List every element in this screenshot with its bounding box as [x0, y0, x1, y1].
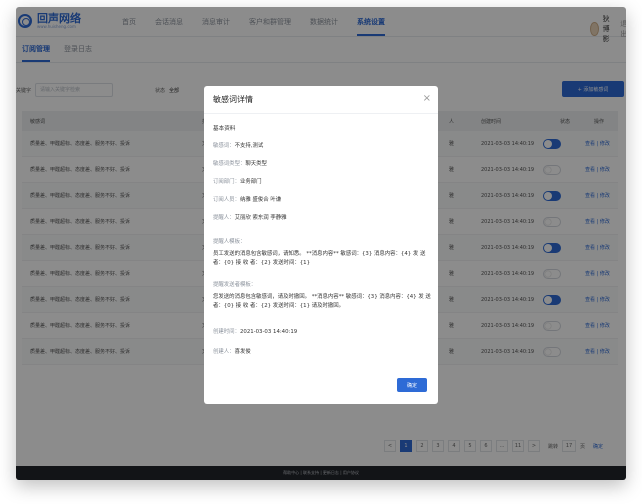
detail-word-key: 敏感词：	[213, 143, 235, 149]
remind-template-text: 员工发送的消息包含敏感词，请知悉。 **消息内容** 敏感词：{3} 消息内容：…	[213, 251, 426, 266]
detail-creator-key: 创建人：	[213, 349, 235, 355]
detail-creator: 创建人：喜发俊	[213, 347, 433, 355]
detail-remind-value: 艾丽欣 索东润 李静雅	[234, 215, 287, 221]
detail-created-key: 创建时间：	[213, 329, 240, 335]
detail-dept-key: 订阅部门：	[213, 179, 240, 185]
detail-type-value: 聊天类型	[245, 161, 267, 167]
remind-template-label: 提醒人模板：	[213, 239, 246, 245]
detail-word-value: 不支持,测试	[234, 143, 264, 149]
detail-created-value: 2021-03-03 14:40:19	[239, 329, 298, 335]
detail-created-time: 创建时间：2021-03-03 14:40:19	[213, 327, 433, 335]
detail-word: 敏感词：不支持,测试	[213, 141, 433, 149]
sender-template-text: 您发送的消息包含敏感词，请及时撤回。 **消息内容** 敏感词：{3} 消息内容…	[213, 294, 431, 309]
dialog-title: 敏感词详情	[213, 95, 253, 104]
detail-type: 敏感词类型：聊天类型	[213, 159, 433, 167]
close-icon[interactable]: ×	[423, 94, 431, 104]
detail-subs-value: 纳雅 盛俊合 叶谦	[239, 197, 282, 203]
detail-subscribers: 订阅人员：纳雅 盛俊合 叶谦	[213, 195, 433, 203]
confirm-button[interactable]: 确定	[397, 378, 427, 392]
detail-reminder: 提醒人：艾丽欣 索东润 李静雅	[213, 213, 433, 221]
section-title: 基本资料	[213, 126, 236, 132]
detail-subs-key: 订阅人员：	[213, 197, 240, 203]
detail-dept-value: 业务部门	[239, 179, 262, 185]
detail-type-key: 敏感词类型：	[213, 161, 246, 167]
app-window: 回声网络 www.huisheng.com 首页 会话消息 消息审计 客户和群管…	[16, 7, 626, 480]
detail-creator-value: 喜发俊	[234, 349, 251, 355]
dialog-header: 敏感词详情 ×	[204, 86, 438, 114]
sensitive-word-detail-dialog: 敏感词详情 × 基本资料 敏感词：不支持,测试 敏感词类型：聊天类型 订阅部门：…	[204, 86, 438, 404]
detail-remind-key: 提醒人：	[213, 215, 235, 221]
detail-department: 订阅部门：业务部门	[213, 177, 433, 185]
sender-template-label: 提醒发送者模板：	[213, 282, 257, 288]
dialog-body: 基本资料 敏感词：不支持,测试 敏感词类型：聊天类型 订阅部门：业务部门 订阅人…	[213, 124, 433, 365]
